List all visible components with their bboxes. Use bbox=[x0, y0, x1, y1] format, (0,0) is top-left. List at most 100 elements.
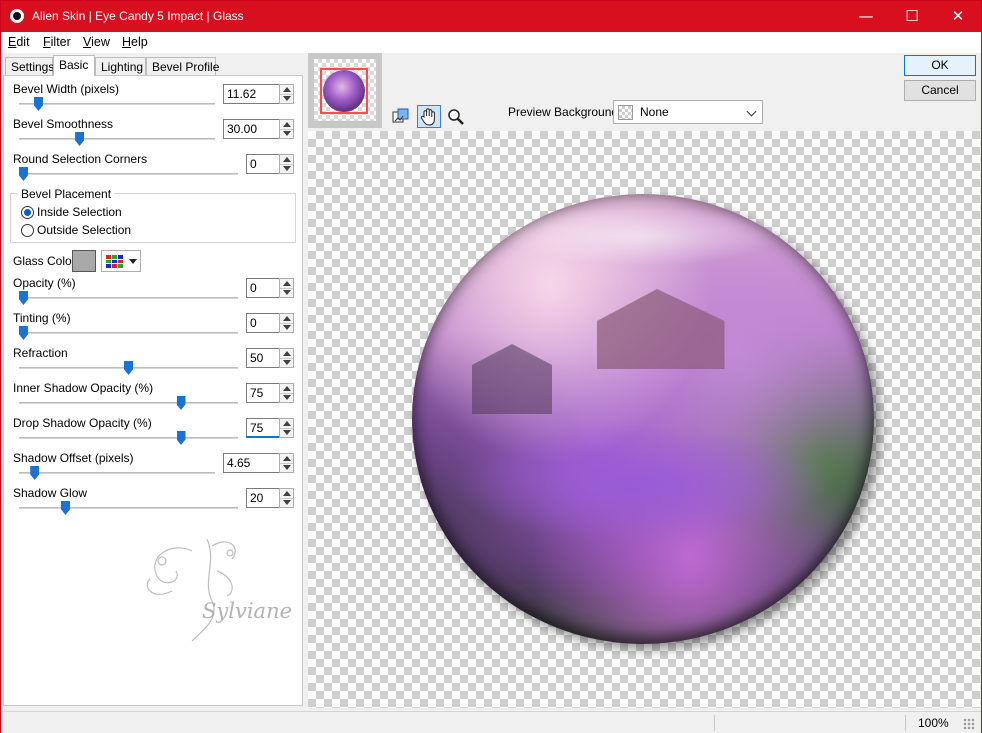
view-rectangle[interactable] bbox=[320, 68, 368, 114]
hand-icon bbox=[420, 108, 435, 126]
status-divider bbox=[905, 715, 906, 731]
menu-help[interactable]: Help bbox=[122, 35, 148, 49]
inner-shadow-opacity-input[interactable]: 75 bbox=[246, 383, 280, 403]
round-corners-track bbox=[19, 173, 238, 175]
shadow-glow-input[interactable]: 20 bbox=[246, 488, 280, 508]
bevel-smoothness-input[interactable]: 30.00 bbox=[223, 119, 280, 139]
round-corners-label: Round Selection Corners bbox=[13, 152, 148, 166]
tinting-label: Tinting (%) bbox=[13, 311, 71, 325]
house-shape bbox=[597, 289, 725, 369]
outside-selection-label[interactable]: Outside Selection bbox=[37, 223, 131, 237]
inside-selection-label[interactable]: Inside Selection bbox=[37, 205, 122, 219]
bevel-smoothness-stepper[interactable] bbox=[279, 119, 294, 139]
opacity-input[interactable]: 0 bbox=[246, 278, 280, 298]
refraction-stepper[interactable] bbox=[279, 348, 294, 368]
glass-color-swatch[interactable] bbox=[72, 250, 96, 272]
menu-edit[interactable]: Edit bbox=[8, 35, 30, 49]
opacity-track bbox=[19, 297, 238, 299]
chevron-down-icon bbox=[129, 259, 137, 264]
tinting-track bbox=[19, 332, 238, 334]
refraction-label: Refraction bbox=[13, 346, 68, 360]
bevel-width-label: Bevel Width (pixels) bbox=[13, 82, 120, 96]
compare-icon bbox=[392, 108, 409, 123]
bevel-smoothness-track bbox=[19, 138, 215, 140]
shadow-offset-stepper[interactable] bbox=[279, 453, 294, 473]
status-divider bbox=[714, 715, 715, 731]
tab-bevel-profile[interactable]: Bevel Profile bbox=[146, 57, 219, 75]
opacity-stepper[interactable] bbox=[279, 278, 294, 298]
preview-toolbar: Preview Background: None OK Cancel bbox=[304, 53, 981, 131]
glass-globe-image bbox=[412, 194, 874, 644]
shadow-glow-label: Shadow Glow bbox=[13, 486, 88, 500]
compare-tool-button[interactable] bbox=[390, 106, 412, 128]
preview-background-label: Preview Background: bbox=[508, 105, 622, 119]
color-grid-icon bbox=[106, 255, 123, 268]
settings-panel: Bevel Width (pixels) 11.62 Bevel Smoothn… bbox=[3, 75, 303, 706]
shadow-offset-label: Shadow Offset (pixels) bbox=[13, 451, 134, 465]
bevel-smoothness-label: Bevel Smoothness bbox=[13, 117, 114, 131]
menu-bar: Edit Filter View Help bbox=[1, 32, 981, 53]
flourish-watermark-icon bbox=[146, 538, 236, 642]
tab-settings[interactable]: Settings bbox=[5, 57, 54, 75]
shadow-glow-slider[interactable] bbox=[61, 501, 70, 515]
color-picker-button[interactable] bbox=[101, 250, 141, 272]
preview-background-value: None bbox=[640, 105, 669, 119]
drop-shadow-opacity-slider[interactable] bbox=[176, 431, 186, 445]
close-button[interactable]: ✕ bbox=[935, 1, 981, 32]
tab-lighting[interactable]: Lighting bbox=[95, 57, 146, 75]
drop-shadow-opacity-input[interactable]: 75 bbox=[246, 418, 280, 438]
bevel-width-slider[interactable] bbox=[33, 97, 43, 111]
watermark-signature: Sylviane bbox=[202, 599, 293, 623]
inner-shadow-opacity-stepper[interactable] bbox=[279, 383, 294, 403]
bevel-placement-legend: Bevel Placement bbox=[18, 187, 115, 201]
navigator-thumbnail[interactable] bbox=[314, 59, 376, 121]
menu-view[interactable]: View bbox=[83, 35, 110, 49]
bevel-width-stepper[interactable] bbox=[279, 84, 294, 104]
drop-shadow-opacity-track bbox=[19, 437, 238, 439]
eye-candy-app-icon bbox=[10, 9, 24, 23]
refraction-input[interactable]: 50 bbox=[246, 348, 280, 368]
round-corners-slider[interactable] bbox=[19, 167, 28, 181]
inner-shadow-opacity-slider[interactable] bbox=[176, 396, 186, 410]
round-corners-stepper[interactable] bbox=[279, 154, 294, 174]
lavender-field bbox=[452, 424, 832, 544]
status-bar: 100% bbox=[1, 711, 981, 733]
house-shape-left bbox=[472, 344, 552, 414]
preview-background-select[interactable]: None bbox=[613, 100, 763, 124]
bevel-width-track bbox=[19, 103, 215, 105]
refraction-slider[interactable] bbox=[124, 361, 133, 375]
zoom-level: 100% bbox=[918, 716, 949, 730]
maximize-button[interactable]: ☐ bbox=[889, 1, 935, 32]
hand-tool-button[interactable] bbox=[417, 105, 441, 128]
inner-shadow-opacity-track bbox=[19, 402, 238, 404]
resize-grip-icon[interactable] bbox=[963, 718, 975, 730]
magnifier-icon bbox=[448, 109, 464, 125]
inside-selection-radio[interactable] bbox=[21, 206, 34, 219]
cancel-button[interactable]: Cancel bbox=[904, 80, 976, 101]
inner-shadow-opacity-label: Inner Shadow Opacity (%) bbox=[13, 381, 154, 395]
opacity-slider[interactable] bbox=[19, 291, 28, 305]
shadow-offset-input[interactable]: 4.65 bbox=[223, 453, 280, 473]
minimize-button[interactable]: — bbox=[843, 1, 889, 32]
menu-filter[interactable]: Filter bbox=[43, 35, 71, 49]
transparent-swatch-icon bbox=[618, 105, 633, 120]
preview-canvas[interactable] bbox=[308, 131, 980, 708]
bevel-smoothness-slider[interactable] bbox=[75, 132, 85, 146]
round-corners-input[interactable]: 0 bbox=[246, 154, 280, 174]
tinting-slider[interactable] bbox=[19, 326, 28, 340]
tinting-stepper[interactable] bbox=[279, 313, 294, 333]
drop-shadow-opacity-stepper[interactable] bbox=[279, 418, 294, 438]
opacity-label: Opacity (%) bbox=[13, 276, 76, 290]
shadow-offset-slider[interactable] bbox=[30, 466, 40, 480]
tinting-input[interactable]: 0 bbox=[246, 313, 280, 333]
chevron-down-icon bbox=[746, 106, 757, 117]
tab-basic[interactable]: Basic bbox=[53, 55, 95, 76]
outside-selection-radio[interactable] bbox=[21, 224, 34, 237]
glass-color-label: Glass Color bbox=[13, 254, 76, 268]
bevel-width-input[interactable]: 11.62 bbox=[223, 84, 280, 104]
ok-button[interactable]: OK bbox=[904, 55, 976, 76]
title-bar: Alien Skin | Eye Candy 5 Impact | Glass … bbox=[1, 1, 981, 32]
zoom-tool-button[interactable] bbox=[445, 106, 467, 128]
drop-shadow-opacity-label: Drop Shadow Opacity (%) bbox=[13, 416, 152, 430]
shadow-glow-stepper[interactable] bbox=[279, 488, 294, 508]
